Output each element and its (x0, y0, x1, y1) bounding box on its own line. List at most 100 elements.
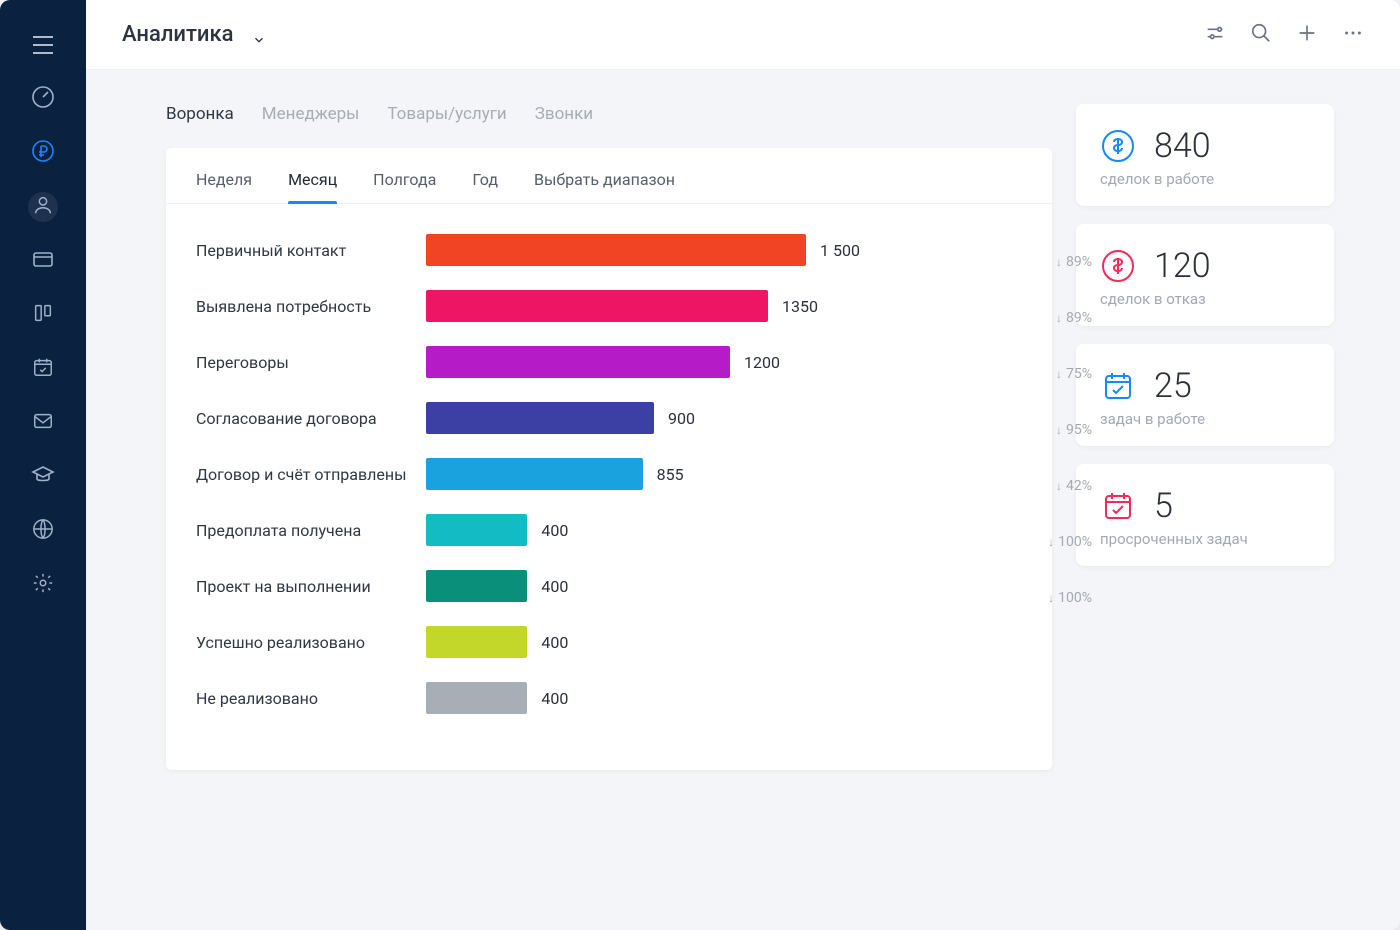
section-tab-0[interactable]: Воронка (166, 104, 234, 124)
funnel-bar-zone: 400↓ 100% (426, 570, 1022, 602)
mail-icon (32, 410, 54, 436)
funnel-row: Первичный контакт1 500↓ 89% (196, 232, 1022, 268)
period-tab-0[interactable]: Неделя (196, 170, 252, 203)
graduation-icon (31, 463, 55, 491)
sidebar-item-calendar[interactable] (28, 354, 58, 384)
funnel-bar-value: 900 (668, 409, 695, 428)
funnel-stage-label: Не реализовано (196, 689, 426, 708)
globe-icon (32, 518, 54, 544)
search-icon (1250, 22, 1272, 48)
period-tab-3[interactable]: Год (472, 170, 498, 203)
section-tab-1[interactable]: Менеджеры (262, 104, 360, 124)
page-title-dropdown[interactable]: Аналитика (122, 22, 266, 47)
funnel-bar (426, 290, 768, 322)
calendar-check-icon (1100, 368, 1136, 404)
funnel-bar-zone: 855↓ 42% (426, 458, 1022, 490)
content-area: Воронка Менеджеры Товары/услуги Звонки Неде… (86, 70, 1400, 930)
filter-button[interactable] (1204, 24, 1226, 46)
calendar-icon (32, 356, 54, 382)
period-tab-2[interactable]: Полгода (373, 170, 436, 203)
section-tab-2[interactable]: Товары/услуги (387, 104, 506, 124)
funnel-row: Выявлена потребность1350↓ 89% (196, 288, 1022, 324)
funnel-drop-rate: ↓ 95% (1056, 422, 1092, 438)
sidebar-item-settings[interactable] (28, 570, 58, 600)
stats-column: 840сделок в работе 120 сделок в отказ 25 зад… (1076, 104, 1334, 890)
stat-card-0[interactable]: 840сделок в работе (1076, 104, 1334, 206)
funnel-bar-value: 400 (541, 577, 568, 596)
dollar-icon (1100, 248, 1136, 284)
stat-label: сделок в отказ (1100, 290, 1310, 308)
stat-value: 120 (1154, 246, 1211, 286)
stat-card-2[interactable]: 25 задач в работе (1076, 344, 1334, 446)
funnel-stage-label: Предоплата получена (196, 521, 426, 540)
funnel-drop-rate: ↓ 89% (1056, 310, 1092, 326)
arrow-down-icon: ↓ (1056, 311, 1062, 325)
funnel-row: Проект на выполнении400↓ 100% (196, 568, 1022, 604)
funnel-stage-label: Согласование договора (196, 409, 426, 428)
funnel-bar (426, 458, 643, 490)
funnel-bar (426, 346, 730, 378)
funnel-drop-rate: ↓ 42% (1056, 478, 1092, 494)
stat-card-1[interactable]: 120 сделок в отказ (1076, 224, 1334, 326)
funnel-row: Переговоры1200↓ 75% (196, 344, 1022, 380)
funnel-row: Договор и счёт отправлены855↓ 42% (196, 456, 1022, 492)
arrow-down-icon: ↓ (1048, 591, 1054, 605)
period-tab-1[interactable]: Месяц (288, 170, 337, 203)
stat-value: 25 (1154, 366, 1192, 406)
stat-label: просроченных задач (1100, 530, 1310, 548)
arrow-down-icon: ↓ (1056, 479, 1062, 493)
funnel-bar-zone: 900↓ 95% (426, 402, 1022, 434)
funnel-bar-value: 855 (657, 465, 684, 484)
funnel-bar-zone: 1350↓ 89% (426, 290, 1022, 322)
menu-toggle[interactable] (28, 30, 58, 60)
funnel-stage-label: Первичный контакт (196, 241, 426, 260)
sidebar-item-finance[interactable] (28, 138, 58, 168)
main-area: Аналитика ВоронкаМенеджерыТовары/услуг (86, 0, 1400, 930)
sidebar-item-mail[interactable] (28, 408, 58, 438)
wallet-icon (31, 247, 55, 275)
sidebar-item-kanban[interactable] (28, 300, 58, 330)
funnel-bar (426, 626, 527, 658)
funnel-bar-value: 1350 (782, 297, 818, 316)
funnel-drop-rate: ↓ 89% (1056, 254, 1092, 270)
funnel-row: Согласование договора900↓ 95% (196, 400, 1022, 436)
funnel-bar-zone: 1 500↓ 89% (426, 234, 1022, 266)
funnel-card: Неделя Месяц Полгода Год Выбрать диапазон Пе… (166, 148, 1052, 770)
period-tabs: Неделя Месяц Полгода Год Выбрать диапазон (166, 148, 1052, 204)
funnel-stage-label: Договор и счёт отправлены (196, 465, 426, 484)
funnel-drop-rate: ↓ 100% (1048, 590, 1092, 606)
gauge-icon (31, 85, 55, 113)
funnel-bar-zone: 400 (426, 626, 1022, 658)
arrow-down-icon: ↓ (1056, 367, 1062, 381)
funnel-row: Предоплата получена400↓ 100% (196, 512, 1022, 548)
sidebar-item-dashboard[interactable] (28, 84, 58, 114)
funnel-bar-value: 1 500 (820, 241, 860, 260)
funnel-bar-zone: 400 (426, 682, 1022, 714)
columns-icon (32, 302, 54, 328)
plus-icon (1296, 22, 1318, 48)
calendar-check-icon (1100, 488, 1136, 524)
funnel-bar (426, 682, 527, 714)
arrow-down-icon: ↓ (1048, 535, 1054, 549)
funnel-stage-label: Проект на выполнении (196, 577, 426, 596)
arrow-down-icon: ↓ (1056, 255, 1062, 269)
period-tab-4[interactable]: Выбрать диапазон (534, 170, 675, 203)
ruble-icon (31, 139, 55, 167)
funnel-row: Успешно реализовано400 (196, 624, 1022, 660)
search-button[interactable] (1250, 24, 1272, 46)
sidebar-item-learn[interactable] (28, 462, 58, 492)
stat-label: задач в работе (1100, 410, 1310, 428)
sidebar-item-globe[interactable] (28, 516, 58, 546)
page-title: Аналитика (122, 22, 234, 47)
add-button[interactable] (1296, 24, 1318, 46)
more-button[interactable] (1342, 24, 1364, 46)
funnel-bar-value: 400 (541, 689, 568, 708)
sidebar-item-contacts[interactable] (28, 192, 58, 222)
section-tab-3[interactable]: Звонки (535, 104, 593, 124)
funnel-stage-label: Переговоры (196, 353, 426, 372)
funnel-drop-rate: ↓ 100% (1048, 534, 1092, 550)
sidebar-item-wallet[interactable] (28, 246, 58, 276)
stat-card-3[interactable]: 5просроченных задач (1076, 464, 1334, 566)
gear-icon (32, 572, 54, 598)
funnel-bar-value: 400 (541, 521, 568, 540)
